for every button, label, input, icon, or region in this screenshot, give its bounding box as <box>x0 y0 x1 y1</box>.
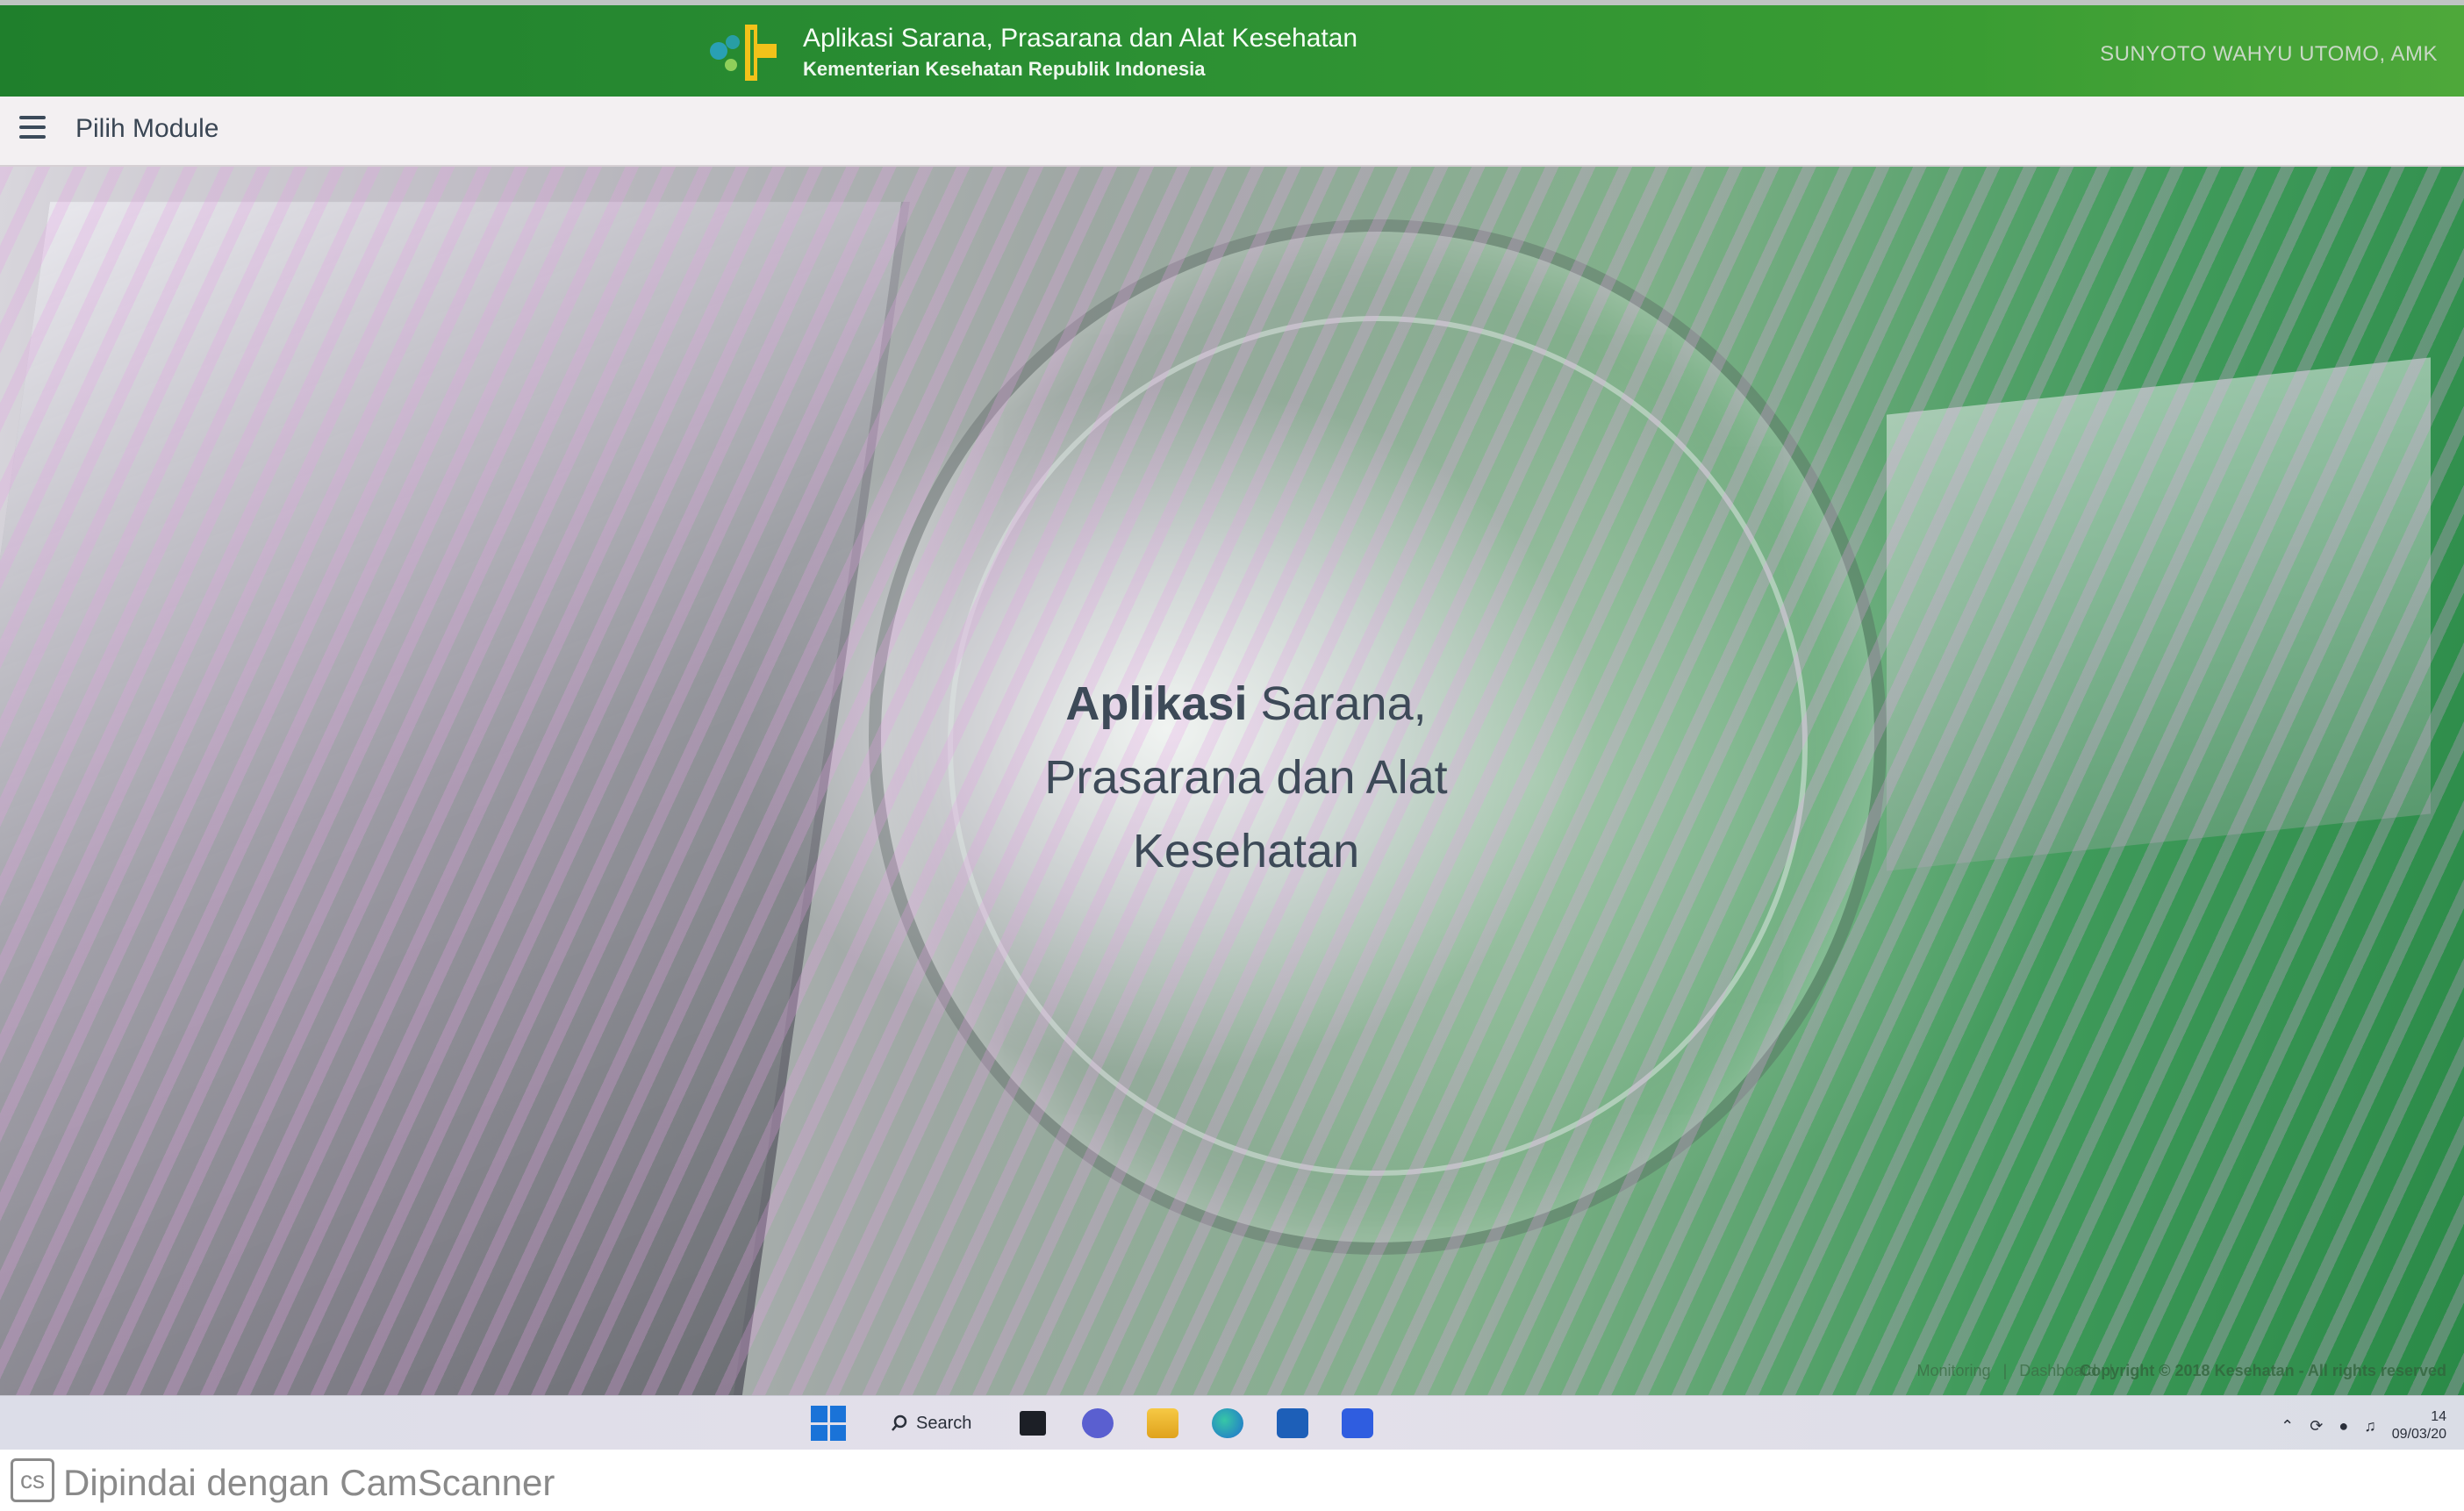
clock-date: 09/03/20 <box>2391 1427 2446 1442</box>
camscanner-logo-icon: cs <box>11 1458 54 1502</box>
search-icon <box>892 1414 907 1431</box>
app-icon[interactable] <box>1336 1403 1379 1443</box>
hero-machine-image <box>0 202 910 1413</box>
hero-heading-line3: Kesehatan <box>1132 825 1360 877</box>
app-header: Aplikasi Sarana, Prasarana dan Alat Kese… <box>0 0 2464 97</box>
screen: Aplikasi Sarana, Prasarana dan Alat Kese… <box>0 0 2464 1450</box>
task-view-icon[interactable] <box>1012 1403 1054 1443</box>
hero-heading-line1: Sarana, <box>1247 677 1427 730</box>
module-bar: Pilih Module <box>0 97 2464 167</box>
hero-heading: Aplikasi Sarana, Prasarana dan Alat Kese… <box>1000 667 1492 888</box>
scanner-text: Dipindai dengan CamScanner <box>63 1462 555 1503</box>
scanner-watermark: cs Dipindai dengan CamScanner <box>0 1450 2464 1511</box>
volume-icon[interactable]: ♫ <box>2364 1417 2376 1436</box>
store-icon[interactable] <box>1271 1403 1314 1443</box>
sync-icon[interactable]: ⟳ <box>2310 1417 2323 1436</box>
copyright: Copyright © 2018 Kesehatan - All rights … <box>2080 1362 2446 1379</box>
taskbar-apps: Search <box>807 1403 1379 1443</box>
kemenkes-logo-icon <box>706 18 784 88</box>
search-label: Search <box>916 1413 972 1433</box>
wifi-icon[interactable]: ● <box>2339 1417 2348 1436</box>
hero-bracket-image <box>1887 357 2431 871</box>
hero-heading-bold: Aplikasi <box>1065 677 1248 730</box>
system-tray: ⌃ ⟳ ● ♫ 14 09/03/20 <box>2281 1408 2446 1443</box>
app-subtitle: Kementerian Kesehatan Republik Indonesia <box>803 58 1206 80</box>
windows-start-icon[interactable] <box>807 1403 849 1443</box>
app-title: Aplikasi Sarana, Prasarana dan Alat Kese… <box>803 24 1358 53</box>
meet-icon[interactable] <box>1077 1403 1119 1443</box>
hero-banner: Aplikasi Sarana, Prasarana dan Alat Kese… <box>0 167 2464 1413</box>
edge-icon[interactable] <box>1207 1403 1249 1443</box>
footer-separator: | <box>2002 1362 2008 1379</box>
brand[interactable]: Aplikasi Sarana, Prasarana dan Alat Kese… <box>706 18 1357 88</box>
hero-heading-line2: Prasarana dan Alat <box>1044 751 1448 804</box>
chevron-up-icon[interactable]: ⌃ <box>2281 1417 2294 1436</box>
hamburger-menu-icon[interactable] <box>19 116 46 142</box>
file-explorer-icon[interactable] <box>1142 1403 1184 1443</box>
os-taskbar: Search ⌃ ⟳ ● ♫ 14 09/03/20 <box>0 1395 2464 1450</box>
clock[interactable]: 14 09/03/20 <box>2392 1408 2446 1443</box>
taskbar-search[interactable]: Search <box>872 1403 989 1443</box>
user-name[interactable]: SUNYOTO WAHYU UTOMO, AMK <box>2100 42 2438 67</box>
footer-link-monitoring[interactable]: Monitoring <box>1917 1362 1991 1380</box>
clock-time: 14 <box>2431 1409 2446 1424</box>
module-label[interactable]: Pilih Module <box>75 114 218 144</box>
brand-text: Aplikasi Sarana, Prasarana dan Alat Kese… <box>803 22 1357 83</box>
